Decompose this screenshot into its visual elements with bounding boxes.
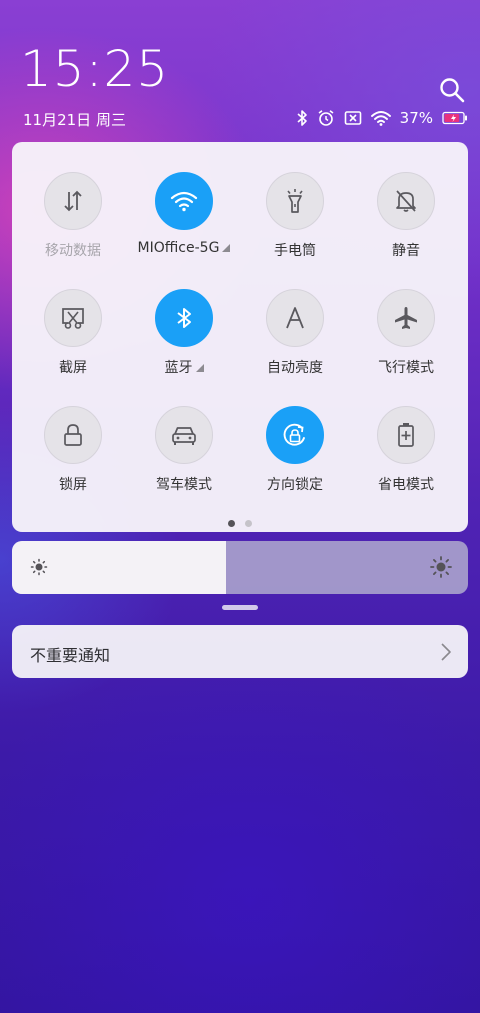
clock-time[interactable]: 15:25 [20, 44, 169, 94]
battery-percent: 37% [399, 109, 433, 127]
tile-bluetooth[interactable]: 蓝牙 [129, 289, 239, 389]
battery-icon [442, 111, 467, 125]
wifi-icon [170, 191, 198, 212]
flashlight-icon [287, 189, 303, 213]
drag-handle[interactable] [222, 605, 258, 610]
page-dot-2[interactable] [245, 520, 252, 527]
tile-mute[interactable]: 静音 [351, 172, 461, 272]
search-button[interactable] [438, 76, 466, 104]
lock-icon [64, 424, 82, 446]
mute-bell-icon [396, 190, 416, 212]
mobile-data-icon [64, 190, 82, 212]
tile-lock-screen-button[interactable] [44, 406, 102, 464]
brightness-high-icon [430, 556, 452, 578]
tile-mute-button[interactable] [377, 172, 435, 230]
tile-bluetooth-label[interactable]: 蓝牙 [129, 357, 239, 377]
tile-lock-screen-label: 锁屏 [59, 477, 87, 493]
tile-screenshot[interactable]: 截屏 [18, 289, 128, 389]
tile-screenshot-label: 截屏 [59, 360, 87, 376]
bluetooth-icon [177, 308, 191, 328]
tile-auto-brightness-label: 自动亮度 [267, 360, 323, 376]
airplane-icon [395, 307, 417, 329]
tile-lock-screen[interactable]: 锁屏 [18, 406, 128, 506]
tile-battery-saver-label: 省电模式 [378, 477, 434, 493]
tile-airplane-button[interactable] [377, 289, 435, 347]
tile-airplane[interactable]: 飞行模式 [351, 289, 461, 389]
tile-mobile-data-button[interactable] [44, 172, 102, 230]
tile-battery-saver-button[interactable] [377, 406, 435, 464]
unimportant-notifications-label: 不重要通知 [30, 646, 111, 665]
bluetooth-label-text: 蓝牙 [164, 360, 193, 376]
auto-brightness-icon [286, 307, 304, 329]
tile-wifi-button[interactable] [155, 172, 213, 230]
quick-settings-panel: 移动数据 MIOffice-5G 手电筒 静音 截屏 蓝牙 自动亮度 飞行模式 … [12, 142, 468, 532]
tile-driving-mode-label: 驾车模式 [156, 477, 212, 493]
brightness-low-icon [30, 558, 48, 576]
tile-mobile-data[interactable]: 移动数据 [18, 172, 128, 272]
tile-airplane-label: 飞行模式 [378, 360, 434, 376]
status-bar: 37% [296, 106, 468, 130]
alarm-icon [318, 110, 334, 126]
tile-flashlight[interactable]: 手电筒 [240, 172, 350, 272]
chevron-right-icon [441, 643, 451, 661]
date-label[interactable]: 11月21日 周三 [23, 109, 126, 130]
tile-wifi[interactable]: MIOffice-5G [129, 172, 239, 272]
car-icon [172, 427, 196, 445]
page-indicator [12, 520, 468, 527]
tile-rotation-lock-label: 方向锁定 [267, 477, 323, 493]
search-icon [440, 78, 465, 103]
tile-battery-saver[interactable]: 省电模式 [351, 406, 461, 506]
tile-rotation-lock[interactable]: 方向锁定 [240, 406, 350, 506]
brightness-slider[interactable] [12, 541, 468, 594]
tile-mobile-data-label: 移动数据 [45, 243, 101, 259]
wifi-network-name: MIOffice-5G [137, 240, 220, 256]
expand-triangle-icon [222, 244, 231, 252]
rotation-lock-icon [283, 423, 305, 446]
no-sim-icon [344, 111, 361, 125]
tile-bluetooth-button[interactable] [155, 289, 213, 347]
tile-wifi-label[interactable]: MIOffice-5G [129, 240, 239, 256]
tile-mute-label: 静音 [392, 243, 420, 259]
screenshot-icon [62, 308, 84, 329]
tile-flashlight-button[interactable] [266, 172, 324, 230]
tile-screenshot-button[interactable] [44, 289, 102, 347]
tile-driving-mode-button[interactable] [155, 406, 213, 464]
page-dot-1[interactable] [228, 520, 235, 527]
battery-saver-icon [398, 423, 414, 447]
tile-driving-mode[interactable]: 驾车模式 [129, 406, 239, 506]
expand-triangle-icon [195, 364, 204, 372]
tile-rotation-lock-button[interactable] [266, 406, 324, 464]
bluetooth-icon [297, 110, 307, 126]
wifi-icon [370, 111, 391, 126]
unimportant-notifications-row[interactable]: 不重要通知 [12, 625, 468, 678]
tile-auto-brightness[interactable]: 自动亮度 [240, 289, 350, 389]
tile-flashlight-label: 手电筒 [274, 243, 316, 259]
tile-auto-brightness-button[interactable] [266, 289, 324, 347]
